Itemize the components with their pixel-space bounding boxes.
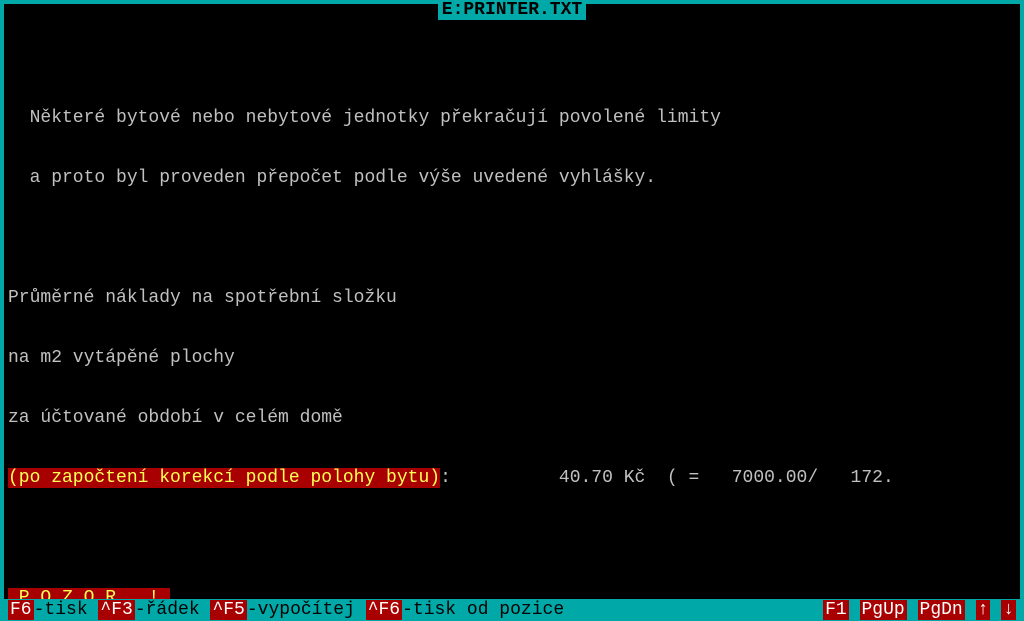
avg-line-4: (po započtení korekcí podle polohy bytu)… xyxy=(8,468,1018,488)
alt-f3-key[interactable]: ^F3 xyxy=(98,600,134,620)
up-arrow-key[interactable]: ↑ xyxy=(976,600,991,620)
msg-line-2: a proto byl proveden přepočet podle výše… xyxy=(8,168,1018,188)
avg-line-3: za účtované období v celém domě xyxy=(8,408,1018,428)
document-body: Některé bytové nebo nebytové jednotky př… xyxy=(4,4,1020,621)
f6-label: -tisk xyxy=(34,600,99,620)
alt-f6-key[interactable]: ^F6 xyxy=(366,600,402,620)
alt-f5-key[interactable]: ^F5 xyxy=(210,600,246,620)
avg-correction-values: : 40.70 Kč ( = 7000.00/ 172. xyxy=(440,468,894,488)
avg-line-2: na m2 vytápěné plochy xyxy=(8,348,1018,368)
f6-key[interactable]: F6 xyxy=(8,600,34,620)
f1-key[interactable]: F1 xyxy=(823,600,849,620)
alt-f3-label: -řádek xyxy=(135,600,211,620)
msg-line-1: Některé bytové nebo nebytové jednotky př… xyxy=(8,108,1018,128)
alt-f6-label: -tisk od pozice xyxy=(402,600,564,620)
app-window: E:PRINTER.TXT Některé bytové nebo nebyto… xyxy=(0,0,1024,621)
pgup-key[interactable]: PgUp xyxy=(860,600,907,620)
down-arrow-key[interactable]: ↓ xyxy=(1001,600,1016,620)
avg-line-1: Průměrné náklady na spotřební složku xyxy=(8,288,1018,308)
avg-correction-hl: (po započtení korekcí podle polohy bytu) xyxy=(8,468,440,488)
pgdn-key[interactable]: PgDn xyxy=(918,600,965,620)
alt-f5-label: -vypočítej xyxy=(247,600,366,620)
statusbar: F6-tisk ^F3-řádek ^F5-vypočítej ^F6-tisk… xyxy=(4,599,1020,621)
